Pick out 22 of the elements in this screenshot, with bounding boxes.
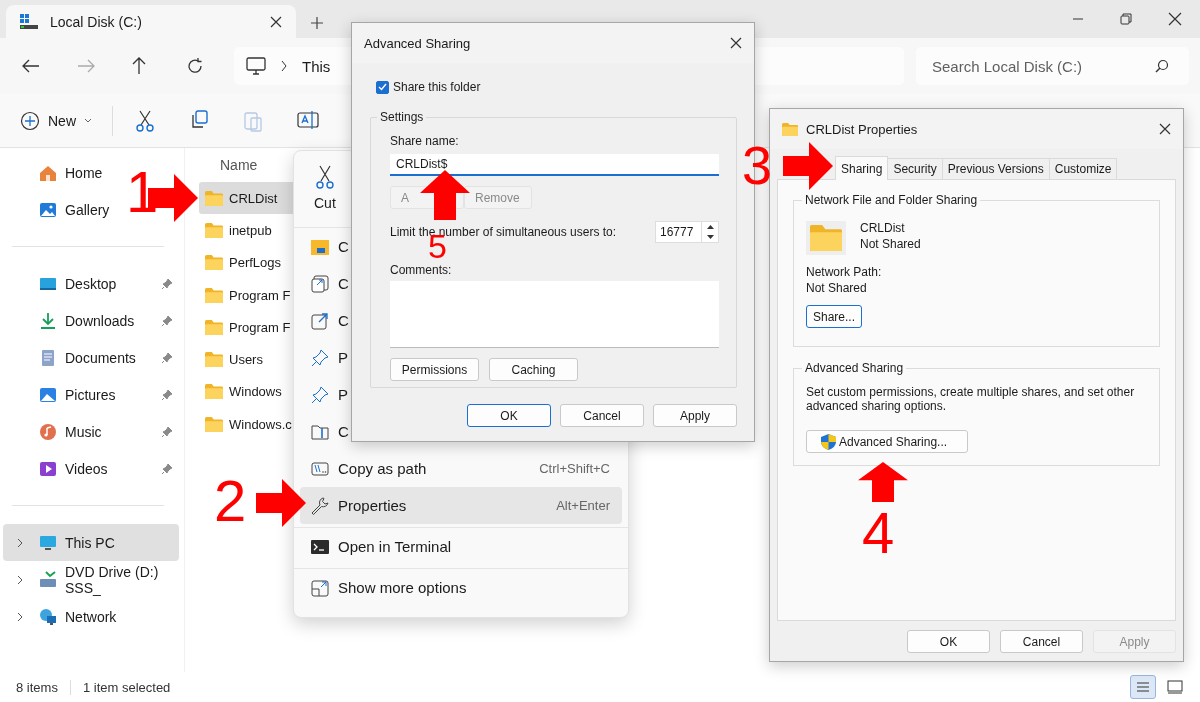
step-number: 2: [214, 472, 247, 530]
dialog-title: CRLDist Properties: [806, 121, 919, 137]
network-path-label: Network Path:: [806, 265, 883, 279]
share-status: Not Shared: [860, 237, 921, 251]
shortcut-text: Alt+Enter: [556, 498, 610, 513]
network-path-value: Not Shared: [806, 281, 868, 295]
group-label: Network File and Folder Sharing: [802, 193, 981, 207]
step-number: 1: [126, 163, 159, 221]
dialog-title: Advanced Sharing: [364, 35, 472, 51]
description-text: Set custom permissions, create multiple shares, and set other advanced sharing options.: [806, 385, 1136, 413]
group-label: Settings: [377, 110, 427, 124]
step-number: 3: [742, 138, 773, 192]
comments-label: Comments:: [390, 263, 452, 277]
tab-title: Local Disk (C:): [50, 13, 143, 30]
folder-name: CRLDist: [860, 221, 906, 235]
group-label: Advanced Sharing: [802, 361, 907, 375]
step-number: 4: [862, 504, 895, 562]
shortcut-text: Ctrl+Shift+C: [539, 461, 610, 476]
checkbox-label: Share this folder: [393, 80, 481, 94]
selection-count: 1 item selected: [82, 679, 171, 695]
item-count: 8 items: [16, 679, 71, 695]
share-name-label: Share name:: [390, 134, 459, 148]
